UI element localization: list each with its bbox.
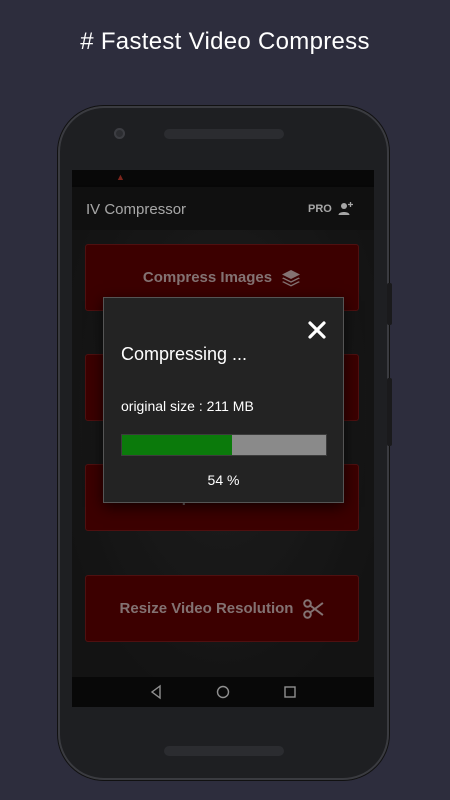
bottom-speaker: [164, 746, 284, 756]
close-icon[interactable]: [307, 320, 327, 340]
progress-percent: 54 %: [207, 472, 240, 488]
original-size-text: original size : 211 MB: [121, 398, 254, 414]
earpiece-speaker: [164, 129, 284, 139]
promo-title: # Fastest Video Compress: [80, 28, 370, 55]
volume-button: [387, 283, 392, 325]
progress-bar: [121, 434, 327, 456]
dialog-title: Compressing ...: [121, 344, 248, 364]
progress-fill: [122, 435, 233, 455]
compressing-dialog: Compressing ... original size : 211 MB 5…: [103, 297, 344, 503]
power-button: [387, 378, 392, 446]
front-camera: [114, 128, 125, 139]
